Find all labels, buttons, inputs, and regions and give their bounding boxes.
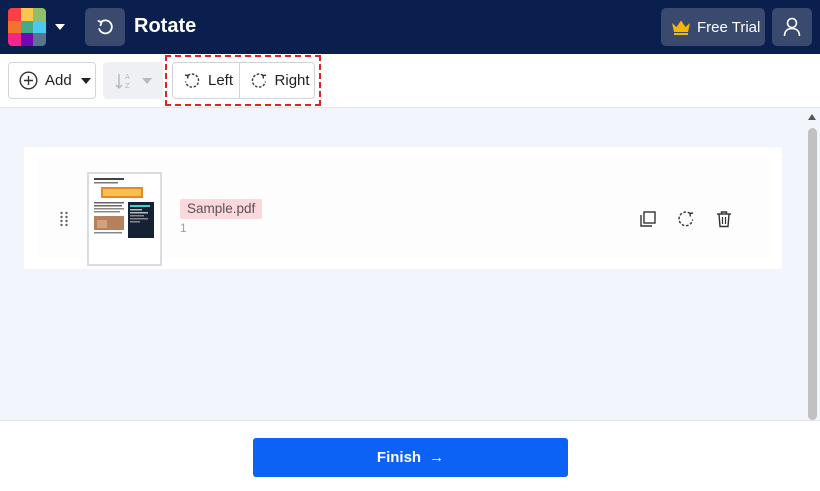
crown-icon	[672, 20, 690, 35]
file-list-area: Sample.pdf 1	[0, 108, 805, 420]
rotate-left-button[interactable]: Left	[173, 63, 240, 98]
logo-cell	[20, 8, 34, 21]
svg-text:A: A	[125, 73, 130, 81]
add-label: Add	[45, 72, 72, 89]
logo-cell	[8, 8, 21, 21]
pdf-page-preview	[89, 174, 160, 264]
finish-button[interactable]: Finish →	[253, 438, 568, 477]
free-trial-button[interactable]: Free Trial	[661, 8, 765, 46]
file-name-tag: Sample.pdf	[180, 199, 263, 219]
rotate-right-icon	[251, 72, 266, 88]
chevron-down-icon	[80, 77, 91, 84]
logo-cell	[33, 33, 46, 46]
rotate-left-label: Left	[208, 72, 234, 89]
logo-cell	[8, 20, 21, 34]
app-menu-chevron-down-icon[interactable]	[55, 24, 65, 30]
list-item: Sample.pdf 1	[37, 158, 770, 266]
rotate-right-button[interactable]: Right	[240, 63, 314, 98]
arrow-right-icon: →	[429, 449, 445, 466]
sort-az-icon: A Z	[115, 73, 130, 90]
undo-icon	[97, 19, 113, 35]
drag-handle-icon[interactable]	[59, 211, 69, 227]
logo-cell	[20, 20, 34, 34]
top-bar: Rotate Free Trial	[0, 0, 820, 54]
rotate-left-icon	[184, 72, 200, 88]
rotate-button-pair: Left Right	[172, 62, 315, 99]
finish-label: Finish	[376, 449, 422, 466]
file-card[interactable]: Sample.pdf 1	[24, 147, 782, 269]
logo-cell	[8, 33, 21, 46]
duplicate-icon[interactable]	[638, 209, 658, 229]
svg-text:Z: Z	[125, 82, 130, 90]
vertical-scrollbar[interactable]	[805, 108, 820, 420]
free-trial-label: Free Trial	[697, 18, 761, 36]
page-thumbnail[interactable]	[87, 172, 162, 266]
chevron-down-icon	[142, 77, 152, 84]
sort-button[interactable]: A Z	[103, 62, 163, 99]
logo-cell	[33, 8, 46, 21]
scrollbar-thumb[interactable]	[808, 128, 817, 420]
user-account-button[interactable]	[772, 8, 812, 46]
scroll-up-arrow-icon[interactable]	[808, 114, 816, 120]
logo-cell	[20, 33, 34, 46]
toolbar: Add A Z Left Right	[0, 54, 820, 108]
user-icon	[783, 17, 801, 37]
rotate-buttons-group: Left Right	[165, 55, 321, 106]
add-button[interactable]: Add	[8, 62, 96, 99]
plus-circle-icon	[19, 71, 38, 90]
app-logo[interactable]	[8, 8, 46, 46]
rotate-page-icon[interactable]	[676, 209, 696, 229]
page-count: 1	[180, 221, 187, 235]
logo-cell	[33, 20, 46, 34]
page-title: Rotate	[134, 15, 197, 37]
footer-bar: Finish →	[0, 420, 820, 491]
undo-button[interactable]	[85, 8, 125, 46]
trash-icon[interactable]	[714, 209, 734, 229]
rotate-right-label: Right	[274, 72, 310, 89]
